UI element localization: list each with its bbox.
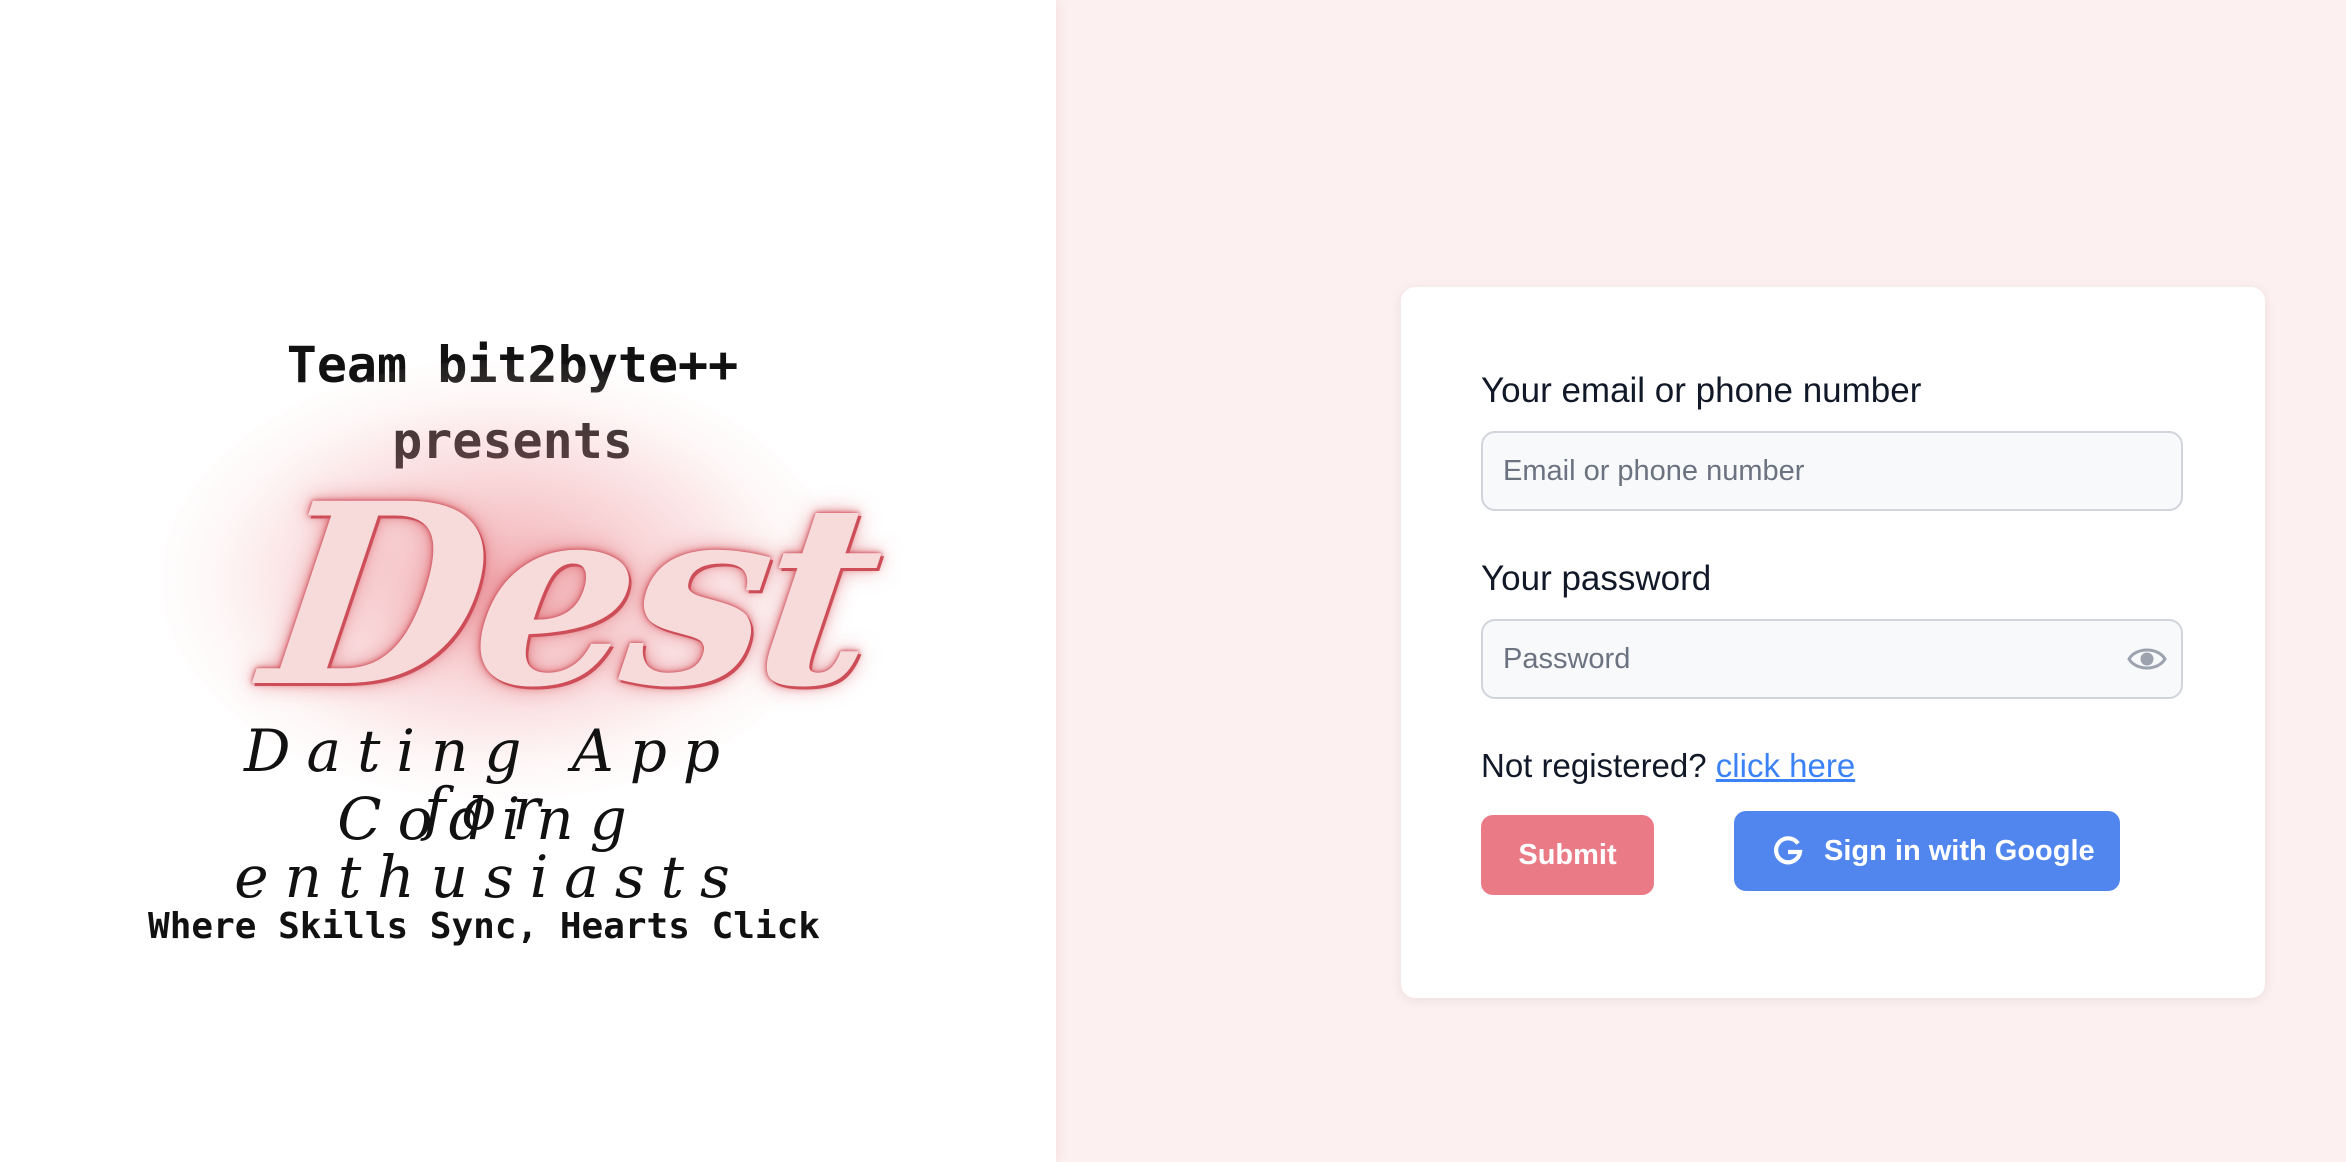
submit-button[interactable]: Submit	[1481, 815, 1654, 895]
register-prompt: Not registered? click here	[1481, 747, 1855, 785]
password-label: Your password	[1481, 559, 1712, 598]
google-sign-in-label: Sign in with Google	[1824, 834, 2095, 867]
password-field[interactable]	[1481, 619, 2183, 699]
app-logo: Dest	[249, 448, 891, 742]
login-page: Team bit2byte++ presents Dest Dating App…	[0, 0, 2346, 1162]
email-field[interactable]	[1481, 431, 2183, 511]
email-label: Your email or phone number	[1481, 371, 1922, 410]
google-sign-in-button[interactable]: Sign in with Google	[1734, 811, 2120, 891]
motto: Where Skills Sync, Hearts Click	[148, 906, 820, 947]
tagline-line-2: Coding enthusiasts	[234, 785, 746, 911]
register-link[interactable]: click here	[1716, 747, 1855, 784]
google-icon	[1772, 835, 1804, 867]
login-panel: Your email or phone number Your password…	[1056, 0, 2346, 1162]
eye-icon[interactable]	[2127, 642, 2167, 676]
register-prompt-text: Not registered?	[1481, 747, 1707, 784]
branding-panel: Team bit2byte++ presents Dest Dating App…	[0, 0, 1056, 1162]
login-card: Your email or phone number Your password…	[1401, 287, 2265, 998]
